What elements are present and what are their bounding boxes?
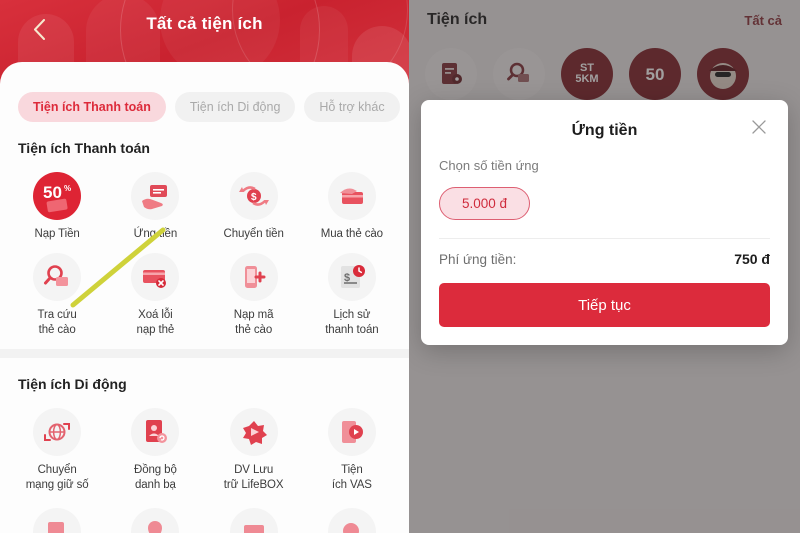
utility-label: Chuyển mạng giữ số	[25, 464, 89, 491]
svg-text:50: 50	[43, 183, 62, 202]
ung-tien-modal: Ứng tiền Chọn số tiền ứng 5.000 đ Phí ứn…	[421, 100, 788, 345]
utility-xoa-loi-nap-the[interactable]: Xoá lỗi nạp thẻ	[106, 247, 204, 337]
utility-dv-luu-tru-lifebox[interactable]: DV Lưu trữ LifeBOX	[205, 402, 303, 492]
home-screen-with-modal: Tiện ích Tất cả ST 5KM 50 Ứng tiền Chọn …	[409, 0, 800, 533]
modal-title: Ứng tiền	[571, 122, 638, 139]
document-icon	[33, 507, 82, 533]
tab-other-support[interactable]: Hỗ trợ khác	[304, 92, 400, 122]
utility-nap-ma-the-cao[interactable]: Nạp mã thẻ cào	[205, 247, 303, 337]
amount-selector-label: Chọn số tiền ứng	[439, 158, 539, 173]
utility-label: DV Lưu trữ LifeBOX	[223, 464, 284, 491]
money-transfer-icon: $	[229, 172, 278, 220]
utilities-sheet: Tiện ích Thanh toán Tiện ích Di động Hỗ …	[0, 62, 409, 533]
mobile-utilities-grid: Chuyển mạng giữ số Đồng bộ danh bạ DV Lư…	[0, 392, 409, 492]
utility-clipped[interactable]	[106, 502, 204, 533]
phone-topup-icon	[229, 253, 278, 302]
utility-label: Nạp mã thẻ cào	[233, 309, 274, 336]
utility-label: Xoá lỗi nạp thẻ	[136, 309, 175, 336]
utility-label: Lịch sử thanh toán	[325, 309, 379, 336]
magnifier-card-icon	[33, 253, 82, 302]
utility-label: Tra cứu thẻ cào	[37, 309, 77, 336]
app-screenshot: Tất cả tiện ích Tiện ích Thanh toán Tiện…	[0, 0, 800, 533]
contacts-sync-icon	[131, 408, 180, 457]
fee-label: Phí ứng tiền:	[439, 251, 517, 267]
utility-clipped[interactable]	[205, 502, 303, 533]
section-divider	[0, 349, 409, 359]
page-title: Tất cả tiện ích	[146, 14, 263, 33]
fee-value: 750 đ	[734, 251, 770, 267]
fee-row: Phí ứng tiền: 750 đ	[439, 239, 770, 267]
payment-utilities-grid: 50 % Nạp Tiền Ứng tiền $ Chuyển tiền Mua…	[0, 156, 409, 337]
utility-clipped[interactable]	[303, 502, 401, 533]
lifebox-cloud-icon	[229, 408, 278, 457]
amount-options: 5.000 đ	[439, 187, 770, 220]
note-icon	[229, 507, 278, 533]
section-title-payment: Tiện ích Thanh toán	[18, 140, 150, 156]
amount-chip-5000[interactable]: 5.000 đ	[439, 187, 531, 220]
hand-card-icon	[131, 172, 180, 220]
utility-chuyen-mang-giu-so[interactable]: Chuyển mạng giữ số	[8, 402, 106, 492]
continue-button[interactable]: Tiếp tục	[439, 283, 770, 327]
modal-close-button[interactable]	[748, 116, 770, 138]
utility-label: Mua thẻ cào	[320, 228, 383, 240]
scratch-card-icon	[327, 172, 376, 220]
modal-header: Ứng tiền	[439, 116, 770, 146]
back-button[interactable]	[24, 14, 54, 44]
globe-arrows-icon	[33, 408, 82, 457]
vas-play-icon	[327, 408, 376, 457]
utility-clipped[interactable]	[8, 502, 106, 533]
mobile-utilities-grid-row3-clipped	[0, 492, 409, 533]
history-clock-icon: $	[327, 253, 376, 302]
tab-mobile-utilities[interactable]: Tiện ích Di động	[174, 92, 296, 122]
utility-nap-tien[interactable]: 50 % Nạp Tiền	[8, 166, 106, 241]
utility-lich-su-thanh-toan[interactable]: $ Lịch sử thanh toán	[303, 247, 401, 337]
utility-ung-tien[interactable]: Ứng tiền	[106, 166, 204, 241]
close-x-icon	[752, 120, 766, 134]
svg-text:%: %	[64, 184, 71, 193]
svg-text:$: $	[251, 192, 257, 203]
section-title-mobile: Tiện ích Di động	[18, 376, 127, 393]
utility-label: Tiện ích VAS	[331, 464, 372, 491]
utility-label: Ứng tiền	[133, 228, 178, 240]
utility-label: Nạp Tiền	[34, 228, 80, 240]
utility-mua-the-cao[interactable]: Mua thẻ cào	[303, 166, 401, 241]
pin-icon	[131, 507, 180, 533]
fifty-percent-badge-icon: 50 %	[33, 172, 82, 220]
person-badge-icon	[327, 507, 376, 533]
utility-tra-cuu-the-cao[interactable]: Tra cứu thẻ cào	[8, 247, 106, 337]
utility-label: Đồng bộ danh bạ	[133, 464, 177, 491]
utility-label: Chuyển tiền	[223, 228, 284, 240]
utility-chuyen-tien[interactable]: $ Chuyển tiền	[205, 166, 303, 241]
tab-payment-utilities[interactable]: Tiện ích Thanh toán	[18, 92, 166, 122]
utility-tabs: Tiện ích Thanh toán Tiện ích Di động Hỗ …	[0, 62, 409, 122]
utility-dong-bo-danh-ba[interactable]: Đồng bộ danh bạ	[106, 402, 204, 492]
all-utilities-screen: Tất cả tiện ích Tiện ích Thanh toán Tiện…	[0, 0, 409, 533]
utility-tien-ich-vas[interactable]: Tiện ích VAS	[303, 402, 401, 492]
card-error-icon	[131, 253, 180, 302]
chevron-left-icon	[33, 18, 45, 40]
